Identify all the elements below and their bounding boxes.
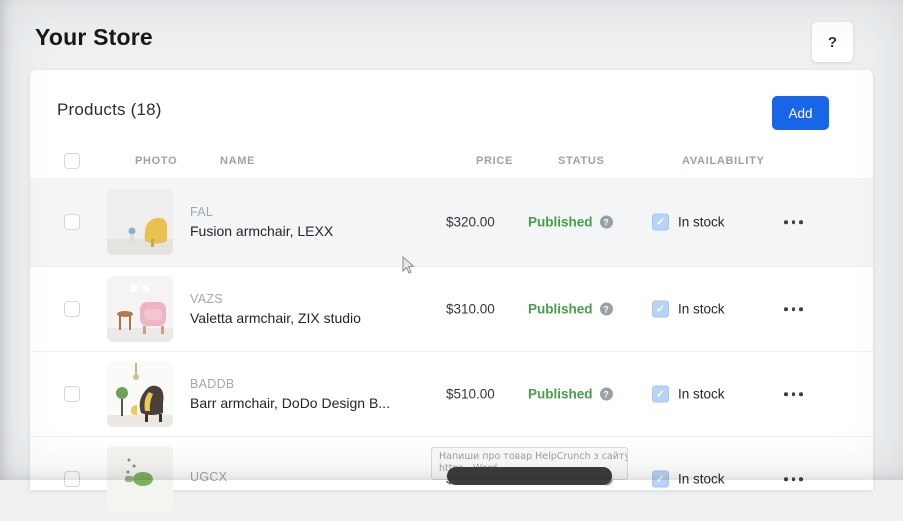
row-checkbox[interactable] (64, 301, 80, 317)
table-header: PHOTO NAME PRICE STATUS AVAILABILITY (30, 143, 873, 178)
add-product-button[interactable]: Add (772, 96, 829, 130)
help-button[interactable]: ? (812, 22, 853, 62)
product-name: Fusion armchair, LEXX (190, 223, 333, 239)
status-help-icon[interactable]: ? (600, 216, 613, 229)
product-name: Barr armchair, DoDo Design B... (190, 395, 390, 411)
in-stock-checkbox[interactable]: ✓ (652, 214, 669, 231)
product-sku: VAZS (190, 292, 361, 306)
product-price: $320.00 (446, 215, 495, 230)
column-header-name: NAME (220, 155, 255, 167)
product-sku: FAL (190, 205, 333, 219)
product-price: $310.00 (446, 302, 495, 317)
question-mark-icon: ? (828, 34, 837, 51)
in-stock-checkbox[interactable]: ✓ (652, 386, 669, 403)
row-actions-menu[interactable] (782, 386, 805, 402)
row-actions-menu[interactable] (782, 214, 805, 230)
table-row[interactable]: VAZS Valetta armchair, ZIX studio $310.0… (30, 266, 873, 351)
row-actions-menu[interactable] (782, 471, 805, 487)
in-stock-label: In stock (678, 472, 725, 487)
in-stock-checkbox[interactable]: ✓ (652, 471, 669, 488)
products-heading: Products (18) (57, 100, 162, 120)
table-row[interactable]: BADDB Barr armchair, DoDo Design B... $5… (30, 351, 873, 436)
column-header-price: PRICE (476, 155, 513, 167)
status-badge: Published (528, 387, 593, 402)
table-row[interactable]: FAL Fusion armchair, LEXX $320.00 Publis… (30, 178, 873, 266)
row-actions-menu[interactable] (782, 301, 805, 317)
column-header-availability: AVAILABILITY (682, 155, 765, 167)
dark-overlay-bar (447, 467, 612, 485)
product-price: $510.00 (446, 387, 495, 402)
in-stock-checkbox[interactable]: ✓ (652, 301, 669, 318)
product-sku: UGCX (190, 470, 227, 484)
product-photo (107, 189, 173, 255)
product-name: Valetta armchair, ZIX studio (190, 310, 361, 326)
page-title: Your Store (35, 24, 153, 51)
column-header-photo: PHOTO (135, 155, 177, 167)
product-sku: BADDB (190, 377, 390, 391)
status-help-icon[interactable]: ? (600, 303, 613, 316)
row-checkbox[interactable] (64, 471, 80, 487)
status-help-icon[interactable]: ? (600, 388, 613, 401)
in-stock-label: In stock (678, 302, 725, 317)
products-card: Products (18) Add PHOTO NAME PRICE STATU… (30, 70, 873, 490)
product-photo (107, 361, 173, 427)
status-badge: Published (528, 215, 593, 230)
status-badge: Published (528, 302, 593, 317)
column-header-status: STATUS (558, 155, 605, 167)
row-checkbox[interactable] (64, 214, 80, 230)
in-stock-label: In stock (678, 387, 725, 402)
product-photo (107, 446, 173, 512)
row-checkbox[interactable] (64, 386, 80, 402)
in-stock-label: In stock (678, 215, 725, 230)
tooltip-line: Напиши про товар HelpCrunch з сайту виро… (439, 451, 620, 463)
select-all-checkbox[interactable] (64, 153, 80, 169)
product-photo (107, 276, 173, 342)
